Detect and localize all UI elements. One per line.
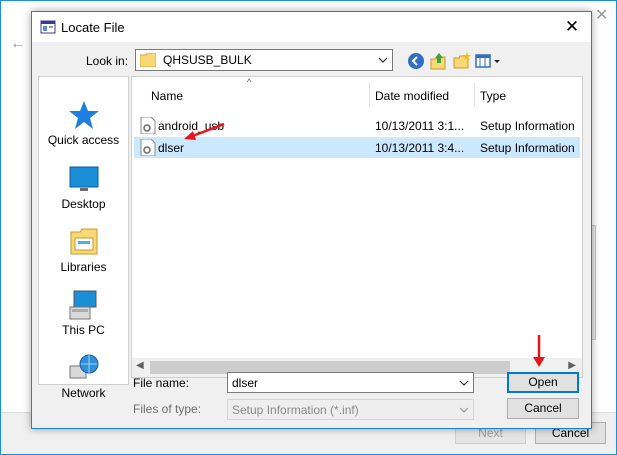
place-quick-access[interactable]: Quick access — [39, 99, 128, 147]
dialog-close-icon[interactable]: ✕ — [557, 15, 587, 39]
setup-info-file-icon — [140, 117, 156, 134]
annotation-arrow-icon — [184, 122, 225, 140]
place-label: Desktop — [61, 197, 106, 211]
file-type-dropdown[interactable]: Setup Information (*.inf) — [227, 399, 474, 420]
annotation-arrow-icon — [533, 335, 545, 367]
column-divider[interactable] — [474, 83, 475, 107]
open-button[interactable]: Open — [507, 372, 579, 393]
file-name-value: dlser — [232, 376, 259, 390]
chevron-down-icon — [378, 57, 388, 63]
place-desktop[interactable]: Desktop — [39, 163, 128, 211]
network-icon — [69, 354, 98, 379]
view-menu-icon[interactable] — [475, 52, 503, 70]
file-date-cell: 10/13/2011 3:1... — [375, 119, 465, 133]
file-name-label: File name: — [133, 376, 190, 390]
place-network[interactable]: Network — [39, 352, 128, 400]
back-arrow-icon[interactable]: ← — [10, 35, 26, 53]
place-label: This PC — [62, 323, 105, 337]
file-type-cell: Setup Information — [480, 141, 575, 155]
libraries-icon — [70, 228, 97, 255]
folder-icon — [140, 53, 156, 67]
desktop-icon — [69, 166, 98, 191]
column-divider[interactable] — [369, 83, 370, 107]
quick-access-star-icon — [68, 101, 99, 129]
chevron-down-icon — [459, 407, 469, 413]
place-libraries[interactable]: Libraries — [39, 226, 128, 274]
dialog-titlebar: Locate File ✕ — [32, 12, 591, 42]
cancel-button[interactable]: Cancel — [507, 398, 579, 419]
sort-ascending-icon: ^ — [247, 77, 252, 87]
back-icon[interactable] — [407, 52, 425, 70]
place-this-pc[interactable]: This PC — [39, 289, 128, 337]
this-pc-icon — [69, 290, 96, 320]
new-folder-icon[interactable] — [453, 52, 471, 70]
place-label: Quick access — [47, 133, 120, 147]
setup-info-file-icon — [140, 139, 156, 156]
chevron-down-icon[interactable] — [459, 376, 469, 390]
place-label: Network — [61, 386, 106, 400]
places-bar: Quick access Desktop Libraries This PC N… — [38, 76, 129, 400]
column-header-date-modified[interactable]: Date modified — [375, 86, 449, 106]
file-name-input[interactable]: dlser — [227, 372, 474, 393]
locate-file-dialog: Locate File ✕ Look in: QHSUSB_BULK Quick… — [31, 11, 592, 429]
up-folder-icon[interactable] — [430, 52, 448, 70]
column-header-name[interactable]: Name — [151, 86, 183, 106]
column-header-type[interactable]: Type — [480, 86, 506, 106]
file-date-cell: 10/13/2011 3:4... — [375, 141, 465, 155]
file-type-label: Files of type: — [133, 402, 202, 416]
place-label: Libraries — [60, 260, 107, 274]
file-type-cell: Setup Information — [480, 119, 575, 133]
scroll-right-icon[interactable]: ▶ — [568, 360, 576, 371]
look-in-value: QHSUSB_BULK — [163, 53, 252, 67]
scroll-left-icon[interactable]: ◀ — [136, 360, 144, 371]
dialog-title: Locate File — [61, 20, 125, 35]
look-in-label: Look in: — [86, 54, 129, 68]
look-in-dropdown[interactable]: QHSUSB_BULK — [135, 49, 393, 71]
background-close-icon[interactable]: ✕ — [595, 5, 608, 25]
file-type-value: Setup Information (*.inf) — [232, 403, 359, 417]
dialog-app-icon — [40, 20, 56, 34]
